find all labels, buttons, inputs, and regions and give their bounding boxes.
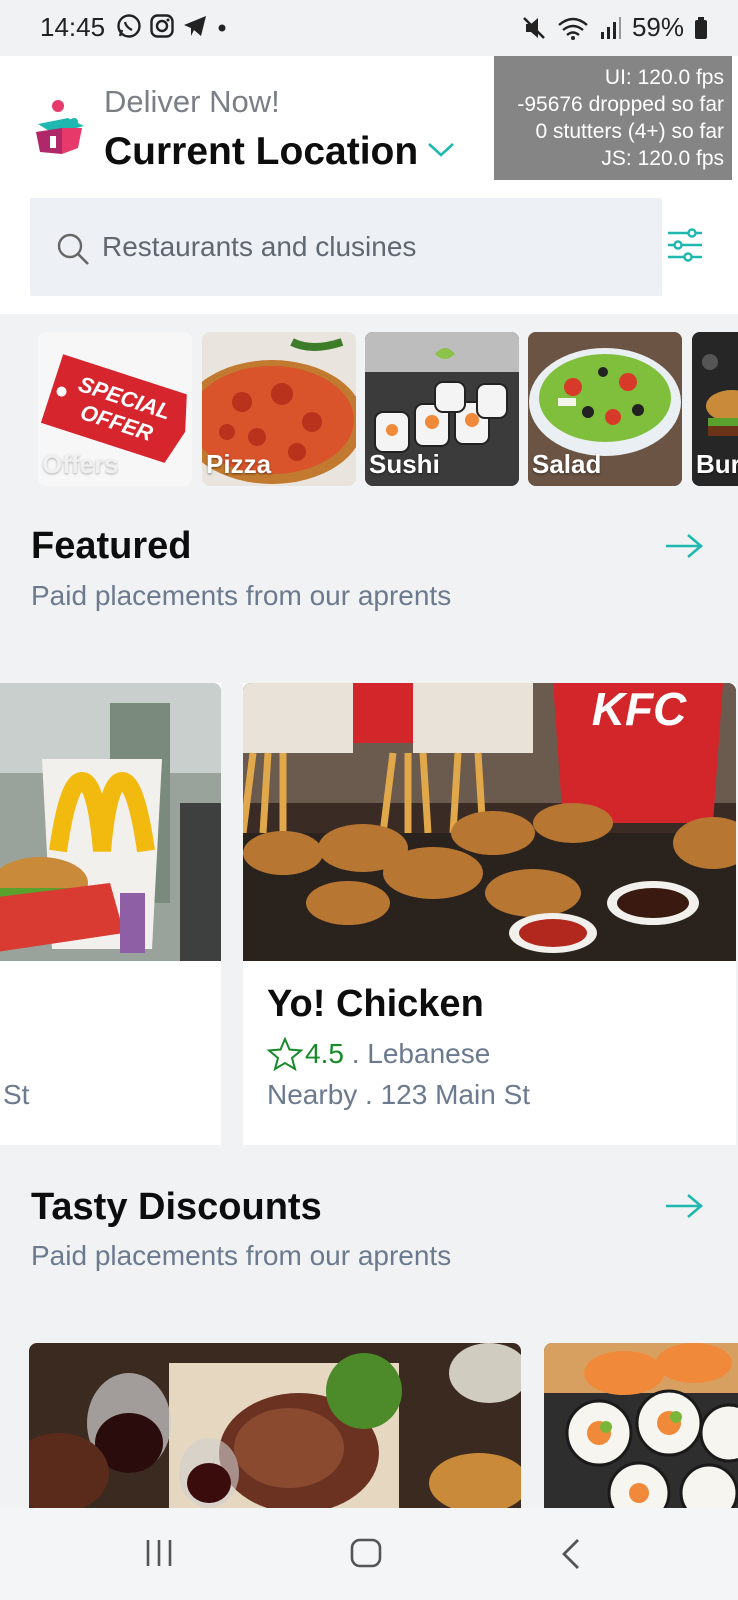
signal-icon: [600, 16, 621, 39]
restaurant-name: Yo! Chicken: [267, 983, 484, 1025]
perf-overlay: UI: 120.0 fps -95676 dropped so far 0 st…: [494, 56, 732, 180]
category-offers[interactable]: SPECIAL OFFER Offers: [38, 332, 192, 486]
status-bar: 14:45 59%: [0, 0, 738, 56]
mute-icon: [523, 16, 545, 39]
restaurant-address: St: [3, 1079, 30, 1110]
back-icon[interactable]: [560, 1538, 582, 1570]
sushi-rolls-image: [544, 1343, 738, 1508]
restaurant-cuisine: . Lebanese: [343, 1038, 491, 1069]
chevron-down-icon[interactable]: [426, 140, 456, 160]
search-icon: [57, 233, 89, 265]
category-label: Pizza: [206, 449, 272, 479]
perf-line: UI: 120.0 fps: [604, 66, 724, 89]
steak-image: [29, 1343, 521, 1508]
kfc-chicken-image: KFC: [243, 683, 736, 961]
featured-title: Featured: [31, 525, 192, 567]
recent-apps-icon[interactable]: [144, 1538, 174, 1568]
category-burger[interactable]: Bur: [692, 332, 738, 486]
category-label: Offers: [42, 449, 119, 479]
category-label: Sushi: [369, 449, 440, 479]
battery-level: 59%: [631, 12, 684, 42]
star-icon: [267, 1037, 303, 1071]
perf-line: JS: 120.0 fps: [601, 147, 724, 170]
discount-card[interactable]: [544, 1343, 738, 1508]
featured-card[interactable]: St: [0, 683, 221, 1145]
filter-icon[interactable]: [666, 228, 704, 262]
category-pizza[interactable]: Pizza: [202, 332, 356, 486]
perf-line: -95676 dropped so far: [517, 93, 724, 116]
location-selector[interactable]: Current Location: [104, 130, 418, 174]
telegram-icon: [184, 16, 206, 36]
category-strip: SPECIAL OFFER Offers Pizza Sushi Salad B…: [0, 330, 738, 488]
category-label: Bur: [696, 449, 738, 479]
search-bar[interactable]: [30, 198, 662, 296]
battery-icon: [695, 16, 707, 39]
perf-line: 0 stutters (4+) so far: [535, 120, 725, 143]
restaurant-image: KFC: [243, 683, 736, 961]
status-time: 14:45: [40, 12, 106, 42]
category-salad[interactable]: Salad: [528, 332, 682, 486]
mcdonalds-image: [0, 683, 221, 961]
featured-arrow-icon[interactable]: [664, 532, 704, 560]
home-icon[interactable]: [350, 1538, 382, 1568]
category-sushi[interactable]: Sushi: [365, 332, 519, 486]
kfc-text: KFC: [592, 683, 687, 735]
restaurant-rating: 4.5: [305, 1038, 344, 1069]
wifi-icon: [558, 17, 588, 40]
restaurant-address: Nearby . 123 Main St: [267, 1079, 531, 1110]
search-input[interactable]: [102, 224, 632, 270]
app-logo: [36, 100, 84, 154]
discounts-subtitle: Paid placements from our aprents: [31, 1240, 452, 1271]
restaurant-image: [0, 683, 221, 961]
discounts-title: Tasty Discounts: [31, 1186, 322, 1228]
discounts-arrow-icon[interactable]: [664, 1192, 704, 1220]
whatsapp-icon: [117, 14, 141, 38]
instagram-icon: [150, 14, 174, 38]
restaurant-meta: 4.5 . Lebanese: [267, 1037, 490, 1071]
featured-subtitle: Paid placements from our aprents: [31, 580, 452, 611]
deliver-now-label: Deliver Now!: [104, 84, 280, 119]
system-nav-bar: [0, 1508, 738, 1600]
featured-card[interactable]: KFC Yo! Chicken 4.5 . Lebanese Nearby . …: [243, 683, 736, 1145]
header: Deliver Now! Current Location UI: 120.0 …: [0, 56, 738, 314]
category-label: Salad: [532, 449, 602, 479]
discount-card[interactable]: [29, 1343, 521, 1508]
dot-icon: [218, 24, 226, 32]
